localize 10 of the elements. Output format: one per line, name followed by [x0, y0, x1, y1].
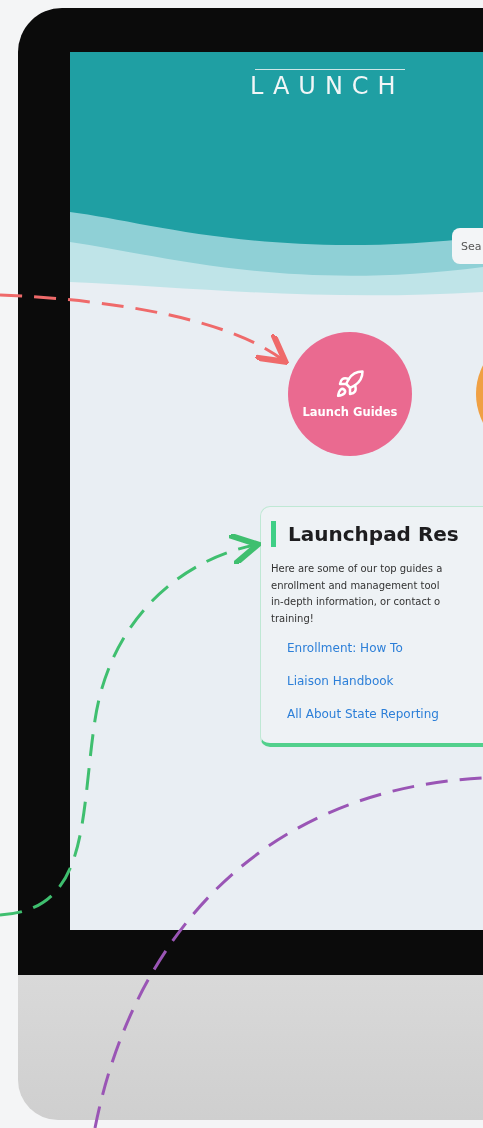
search-field[interactable]: Sea	[452, 228, 483, 264]
resource-link[interactable]: Enrollment: How To	[287, 641, 403, 655]
resource-link[interactable]: Liaison Handbook	[287, 674, 394, 688]
card-title: Launchpad Res	[288, 522, 459, 546]
rocket-icon	[335, 369, 365, 399]
category-circle[interactable]: Launch Guides	[288, 332, 412, 456]
card-description: Here are some of our top guides a enrollment and management tool in-depth information, or contact o training!	[271, 562, 444, 626]
logo: LAUNCH	[250, 72, 405, 100]
accent-bar	[271, 521, 276, 547]
resource-link[interactable]: All About State Reporting	[287, 707, 439, 721]
